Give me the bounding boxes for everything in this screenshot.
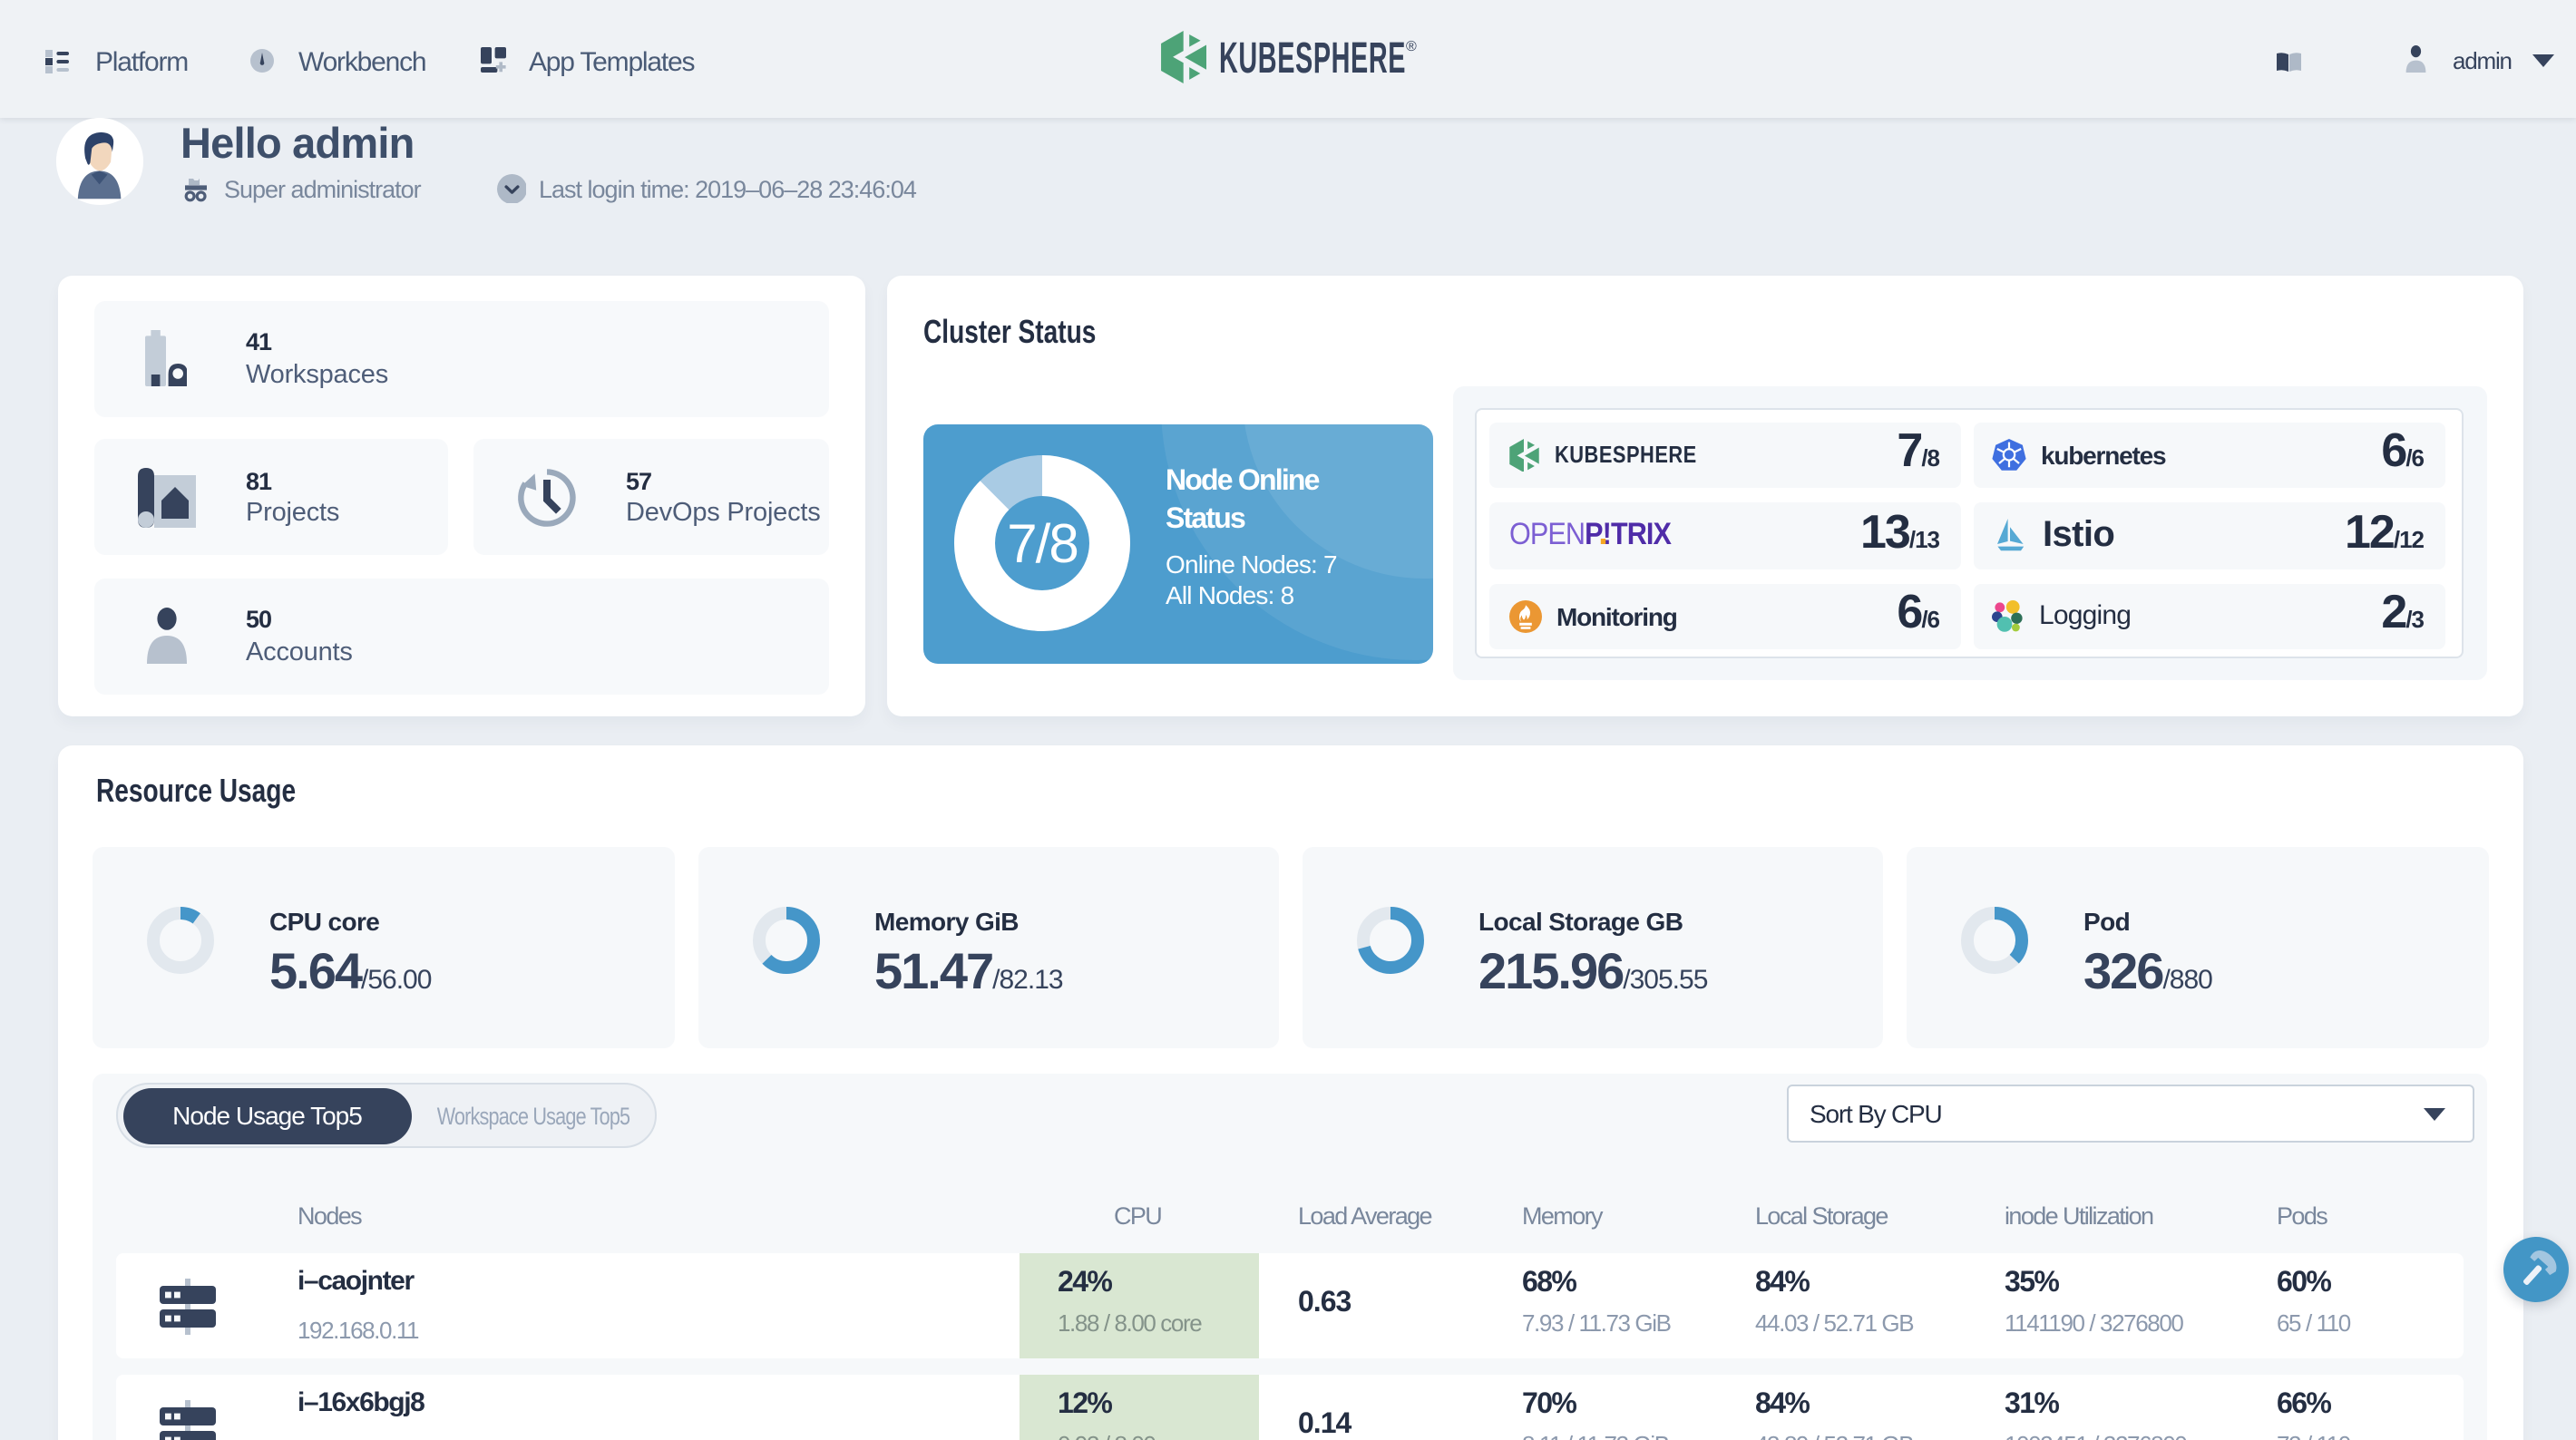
svg-text:7/8: 7/8 xyxy=(1006,513,1076,574)
